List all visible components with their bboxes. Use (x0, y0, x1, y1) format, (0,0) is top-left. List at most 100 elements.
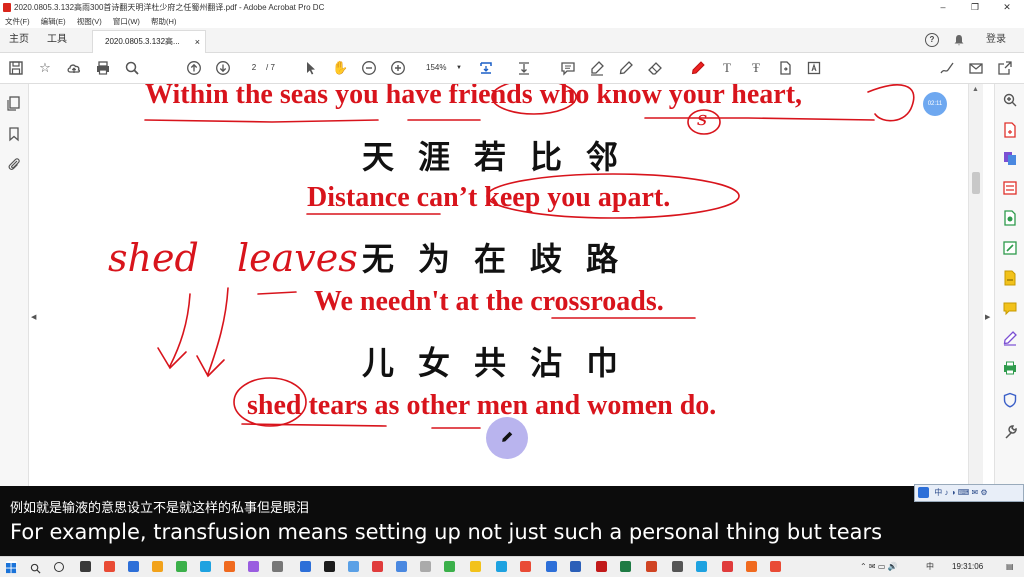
close-tab-icon[interactable]: × (195, 31, 200, 53)
collapse-right-pane-arrow-icon[interactable]: ▶ (985, 313, 990, 321)
taskbar-app-12-icon[interactable] (372, 561, 383, 572)
hand-tool-icon[interactable]: ✋ (332, 60, 348, 76)
taskbar-app-23-icon[interactable] (672, 561, 683, 572)
notification-bell-icon[interactable] (953, 28, 965, 52)
share-icon[interactable] (997, 60, 1013, 76)
select-cursor-icon[interactable] (303, 60, 319, 76)
browser-edge-icon[interactable] (200, 561, 211, 572)
menu-edit[interactable]: 编辑(E) (41, 17, 66, 26)
taskbar-app-7-icon[interactable] (248, 561, 259, 572)
taskbar-app-4-icon[interactable] (176, 561, 187, 572)
taskbar-app-24-icon[interactable] (696, 561, 707, 572)
scrollbar-thumb[interactable] (972, 172, 980, 194)
taskbar-app-11-icon[interactable] (348, 561, 359, 572)
scroll-mode-icon[interactable] (516, 60, 532, 76)
save-icon[interactable] (8, 60, 24, 76)
help-button[interactable]: ? (925, 28, 939, 52)
taskbar-app-1-icon[interactable] (104, 561, 115, 572)
combine-files-icon[interactable] (1002, 150, 1018, 166)
taskbar-app-10-icon[interactable] (324, 561, 335, 572)
taskbar-app-2-icon[interactable] (128, 561, 139, 572)
print-icon[interactable] (95, 60, 111, 76)
attach-file-icon[interactable] (777, 60, 793, 76)
document-page: Within the seas you have friends who kno… (40, 84, 968, 486)
sign-icon[interactable] (939, 60, 955, 76)
pencil-red-icon[interactable] (690, 60, 706, 76)
fit-page-icon[interactable] (478, 60, 494, 76)
fill-sign-icon[interactable] (1002, 270, 1018, 286)
next-page-icon[interactable] (215, 60, 231, 76)
menu-file[interactable]: 文件(F) (5, 17, 30, 26)
tray-input-language[interactable]: 中 (926, 557, 934, 577)
previous-page-icon[interactable] (186, 60, 202, 76)
edit-pdf-icon[interactable] (1002, 240, 1018, 256)
page-thumbnails-icon[interactable] (6, 95, 22, 111)
scroll-up-arrow-icon[interactable]: ▲ (972, 86, 979, 93)
bookmark-star-icon[interactable]: ☆ (37, 60, 53, 76)
taskbar-app-25-icon[interactable] (722, 561, 733, 572)
menu-view[interactable]: 视图(V) (77, 17, 102, 26)
word-app-icon[interactable] (570, 561, 581, 572)
taskbar-app-14-icon[interactable] (420, 561, 431, 572)
cortana-icon[interactable] (54, 562, 64, 572)
notification-center-icon[interactable]: ▤ (1006, 557, 1014, 577)
start-windows-icon[interactable] (6, 561, 17, 574)
print-production-icon[interactable] (1002, 360, 1018, 376)
menu-help[interactable]: 帮助(H) (151, 17, 176, 26)
tray-icons[interactable]: ⌃ ✉ ▭ 🔊 (860, 557, 898, 577)
taskbar-app-15-icon[interactable] (444, 561, 455, 572)
add-text-icon[interactable]: T (719, 60, 735, 76)
zoom-level-dropdown[interactable]: 154% ▼ (418, 61, 466, 75)
minimize-button[interactable]: – (928, 0, 958, 15)
comment-icon[interactable] (560, 60, 576, 76)
login-button[interactable]: 登录 (986, 28, 1006, 52)
create-pdf-icon[interactable] (1002, 122, 1018, 138)
taskbar-clock[interactable]: 19:31:06 (952, 557, 983, 577)
vertical-scrollbar[interactable]: ▲ (968, 84, 983, 486)
highlight-pen-icon[interactable] (589, 60, 605, 76)
comment-tool-icon[interactable] (1002, 300, 1018, 316)
find-search-icon[interactable] (124, 60, 140, 76)
acrobat-taskbar-icon[interactable] (596, 561, 607, 572)
excel-app-icon[interactable] (620, 561, 631, 572)
taskbar-app-18-icon[interactable] (520, 561, 531, 572)
eraser-icon[interactable] (647, 60, 663, 76)
close-window-button[interactable]: ✕ (992, 0, 1022, 15)
taskbar-app-13-icon[interactable] (396, 561, 407, 572)
powerpoint-app-icon[interactable] (646, 561, 657, 572)
stamp-text-icon[interactable] (806, 60, 822, 76)
cloud-upload-icon[interactable] (66, 60, 82, 76)
taskbar-search-icon[interactable] (30, 561, 41, 574)
menu-window[interactable]: 窗口(W) (113, 17, 140, 26)
tab-document[interactable]: 2020.0805.3.132高... × (92, 30, 206, 53)
zoom-in-icon[interactable] (390, 60, 406, 76)
task-view-icon[interactable] (80, 561, 91, 572)
more-tools-wrench-icon[interactable] (1002, 424, 1018, 440)
maximize-button[interactable]: ❐ (960, 0, 990, 15)
zoom-out-icon[interactable] (361, 60, 377, 76)
attachments-paperclip-icon[interactable] (6, 156, 22, 172)
text-box-icon[interactable]: Ŧ (748, 60, 764, 76)
taskbar-app-19-icon[interactable] (546, 561, 557, 572)
tab-home[interactable]: 主页 (9, 28, 29, 52)
collapse-left-pane-arrow-icon[interactable]: ◀ (31, 313, 36, 321)
taskbar-app-16-icon[interactable] (470, 561, 481, 572)
tab-tools[interactable]: 工具 (47, 28, 67, 52)
export-pdf-icon[interactable] (1002, 210, 1018, 226)
organize-pages-icon[interactable] (1002, 180, 1018, 196)
mail-icon[interactable] (968, 60, 984, 76)
protect-shield-icon[interactable] (1002, 392, 1018, 408)
taskbar-app-8-icon[interactable] (272, 561, 283, 572)
taskbar-app-9-icon[interactable] (300, 561, 311, 572)
taskbar-app-3-icon[interactable] (152, 561, 163, 572)
taskbar-app-6-icon[interactable] (224, 561, 235, 572)
zoom-tool-icon[interactable] (1002, 92, 1018, 108)
draw-pen-icon[interactable] (618, 60, 634, 76)
taskbar-app-26-icon[interactable] (746, 561, 757, 572)
taskbar-app-27-icon[interactable] (770, 561, 781, 572)
sign-tool-icon[interactable] (1002, 330, 1018, 346)
page-number-input[interactable]: 2 (243, 61, 265, 75)
bookmarks-icon[interactable] (6, 126, 22, 142)
ime-toolbar[interactable]: 中 ♪ ◑ ⌨ ✉ ⚙ (914, 484, 1024, 502)
taskbar-app-17-icon[interactable] (496, 561, 507, 572)
